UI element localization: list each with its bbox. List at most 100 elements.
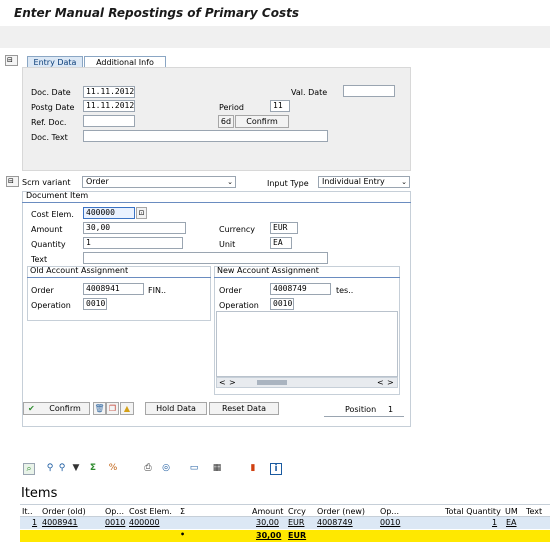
checkmark-icon: ✔ — [28, 404, 35, 413]
trash-icon: 🗑 — [94, 404, 105, 413]
table-row[interactable]: 1 4008941 0010 400000 30,00 EUR 4008749 … — [20, 517, 550, 529]
ref-doc-field[interactable] — [83, 115, 135, 127]
col-crcy[interactable]: Crcy — [288, 507, 306, 516]
col-order-old[interactable]: Order (old) — [42, 507, 86, 516]
unit-field[interactable]: EA — [270, 237, 292, 249]
find-next-icon[interactable]: ⚲ — [56, 463, 68, 473]
postg-date-label: Postg Date — [31, 103, 75, 112]
cost-elem-label: Cost Elem. — [31, 210, 74, 219]
row-order-new[interactable]: 4008749 — [317, 518, 353, 527]
reset-data-button[interactable]: Reset Data — [209, 402, 279, 415]
postg-date-field[interactable]: 11.11.2012 — [83, 100, 135, 112]
new-order-field[interactable]: 4008749 — [270, 283, 331, 295]
new-order-desc: tes.. — [336, 286, 354, 295]
subtotal-icon[interactable]: % — [107, 463, 119, 473]
val-date-field[interactable] — [343, 85, 395, 97]
print-icon[interactable]: ⎙ — [142, 463, 154, 473]
export-icon[interactable]: ▭ — [188, 463, 200, 473]
search-help-icon: ⊡ — [138, 209, 145, 217]
row-crcy[interactable]: EUR — [288, 518, 304, 527]
new-operation-label: Operation — [219, 301, 259, 310]
header-confirm-button[interactable]: Confirm — [235, 115, 289, 128]
scroll-right-end-icon[interactable]: > — [387, 378, 394, 387]
doc-text-field[interactable] — [83, 130, 328, 142]
view-icon[interactable]: ◎ — [160, 463, 172, 473]
old-order-label: Order — [31, 286, 54, 295]
row-order-old[interactable]: 4008941 — [42, 518, 78, 527]
filter-icon[interactable]: ▼ — [71, 463, 81, 473]
val-date-label: Val. Date — [291, 88, 328, 97]
totals-row: • 30,00 EUR — [20, 530, 550, 542]
col-cost-elem[interactable]: Cost Elem. — [129, 507, 172, 516]
text-label: Text — [31, 255, 48, 264]
row-qty[interactable]: 1 — [492, 518, 497, 527]
total-marker: • — [180, 530, 186, 539]
scrn-variant-value: Order — [86, 177, 109, 186]
cost-elem-search-button[interactable]: ⊡ — [136, 207, 147, 219]
glasses-button[interactable]: 6d — [218, 115, 234, 128]
new-assignment-scroll-area[interactable] — [216, 311, 398, 377]
row-um[interactable]: EA — [506, 518, 517, 527]
items-table-header: It.. Order (old) Op... Cost Elem. Σ Amou… — [20, 504, 550, 517]
input-type-select[interactable]: Individual Entry ⌄ — [318, 176, 410, 188]
scrn-variant-select[interactable]: Order ⌄ — [82, 176, 236, 188]
col-sum[interactable]: Σ — [180, 507, 185, 516]
horizontal-scrollbar[interactable]: < > < > — [216, 377, 398, 388]
old-operation-field[interactable]: 0010 — [83, 298, 107, 310]
col-op-new[interactable]: Op... — [380, 507, 399, 516]
find-icon[interactable]: ⚲ — [44, 463, 56, 473]
position-value: 1 — [388, 405, 394, 414]
col-order-new[interactable]: Order (new) — [317, 507, 365, 516]
copy-icon: ❐ — [108, 404, 117, 413]
fold-icon: ⊟ — [7, 56, 13, 64]
quantity-field[interactable]: 1 — [83, 237, 183, 249]
document-item-label: Document Item — [26, 191, 89, 200]
text-field[interactable] — [83, 252, 328, 264]
col-um[interactable]: UM — [505, 507, 518, 516]
period-label: Period — [219, 103, 244, 112]
old-order-field[interactable]: 4008941 — [83, 283, 144, 295]
row-cost-elem[interactable]: 400000 — [129, 518, 160, 527]
ref-doc-label: Ref. Doc. — [31, 118, 67, 127]
scrn-variant-label: Scrn variant — [22, 178, 71, 187]
scrollbar-thumb[interactable] — [257, 380, 287, 385]
col-total-qty[interactable]: Total Quantity — [445, 507, 501, 516]
items-heading: Items — [21, 486, 58, 501]
col-op-old[interactable]: Op... — [105, 507, 124, 516]
position-underline — [324, 416, 404, 417]
new-operation-field[interactable]: 0010 — [270, 298, 294, 310]
info-icon[interactable]: i — [270, 463, 282, 475]
scroll-left-end-icon[interactable]: < — [377, 378, 384, 387]
currency-field[interactable]: EUR — [270, 222, 298, 234]
period-field[interactable]: 11 — [270, 100, 290, 112]
delete-button[interactable]: 🗑 — [93, 402, 106, 415]
col-text[interactable]: Text — [526, 507, 542, 516]
scroll-right-icon[interactable]: > — [229, 378, 236, 387]
hold-data-button[interactable]: Hold Data — [145, 402, 207, 415]
amount-field[interactable]: 30,00 — [83, 222, 186, 234]
new-order-label: Order — [219, 286, 242, 295]
graphic-icon[interactable]: ▮ — [247, 463, 259, 473]
image-button[interactable]: ▲ — [120, 402, 134, 415]
sum-icon[interactable]: Σ — [87, 463, 99, 473]
quantity-label: Quantity — [31, 240, 66, 249]
col-amount[interactable]: Amount — [252, 507, 283, 516]
unit-label: Unit — [219, 240, 236, 249]
collapse-header-button[interactable]: ⊟ — [5, 55, 18, 66]
header-panel — [22, 67, 411, 171]
currency-label: Currency — [219, 225, 256, 234]
row-op-new[interactable]: 0010 — [380, 518, 400, 527]
scrn-variant-icon-button[interactable]: ⊟ — [6, 176, 19, 187]
row-op-old[interactable]: 0010 — [105, 518, 125, 527]
row-item[interactable]: 1 — [32, 518, 37, 527]
col-item[interactable]: It.. — [22, 507, 33, 516]
confirm-button[interactable]: ✔ Confirm — [23, 402, 90, 415]
layout-grid-icon[interactable]: ▦ — [211, 463, 223, 473]
row-amount[interactable]: 30,00 — [256, 518, 279, 527]
cost-elem-field[interactable]: 400000 — [83, 207, 135, 219]
details-icon[interactable]: ⌕ — [23, 463, 35, 475]
copy-button[interactable]: ❐ — [106, 402, 119, 415]
scroll-left-icon[interactable]: < — [219, 378, 226, 387]
position-label: Position — [345, 405, 377, 414]
doc-date-field[interactable]: 11.11.2012 — [83, 86, 135, 98]
